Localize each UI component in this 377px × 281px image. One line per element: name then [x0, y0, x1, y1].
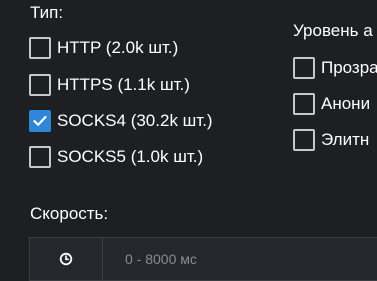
checkbox[interactable] — [293, 57, 315, 79]
clock-icon — [59, 252, 73, 266]
anonymity-option-transparent[interactable]: Прозра — [293, 57, 377, 79]
checkbox[interactable] — [29, 146, 51, 168]
checkbox[interactable] — [293, 129, 315, 151]
anonymity-option-elite[interactable]: Элитн — [293, 129, 369, 151]
anonymity-option-label: Элитн — [321, 130, 370, 149]
anonymity-option-label: Анони — [321, 94, 371, 113]
speed-icon-cell — [30, 238, 103, 280]
type-option-socks4[interactable]: SOCKS4 (30.2k шт.) — [29, 110, 213, 132]
checkbox[interactable] — [293, 93, 315, 115]
type-option-label: HTTP (2.0k шт.) — [57, 38, 179, 57]
type-filter-title: Тип: — [30, 3, 64, 22]
checkbox-checked[interactable] — [29, 110, 51, 132]
speed-input[interactable] — [125, 251, 325, 267]
speed-field — [29, 237, 377, 281]
anonymity-option-anonymous[interactable]: Анони — [293, 93, 370, 115]
type-option-label: SOCKS4 (30.2k шт.) — [57, 111, 213, 130]
type-option-https[interactable]: HTTPS (1.1k шт.) — [29, 74, 190, 96]
speed-filter-title: Скорость: — [30, 204, 109, 223]
type-option-http[interactable]: HTTP (2.0k шт.) — [29, 37, 178, 59]
checkmark-icon — [33, 115, 47, 126]
type-option-label: SOCKS5 (1.0k шт.) — [57, 147, 204, 166]
checkbox[interactable] — [29, 74, 51, 96]
type-option-socks5[interactable]: SOCKS5 (1.0k шт.) — [29, 146, 203, 168]
anonymity-option-label: Прозра — [321, 58, 377, 77]
type-option-label: HTTPS (1.1k шт.) — [57, 75, 190, 94]
checkbox[interactable] — [29, 37, 51, 59]
anonymity-filter-title: Уровень а — [293, 21, 373, 40]
